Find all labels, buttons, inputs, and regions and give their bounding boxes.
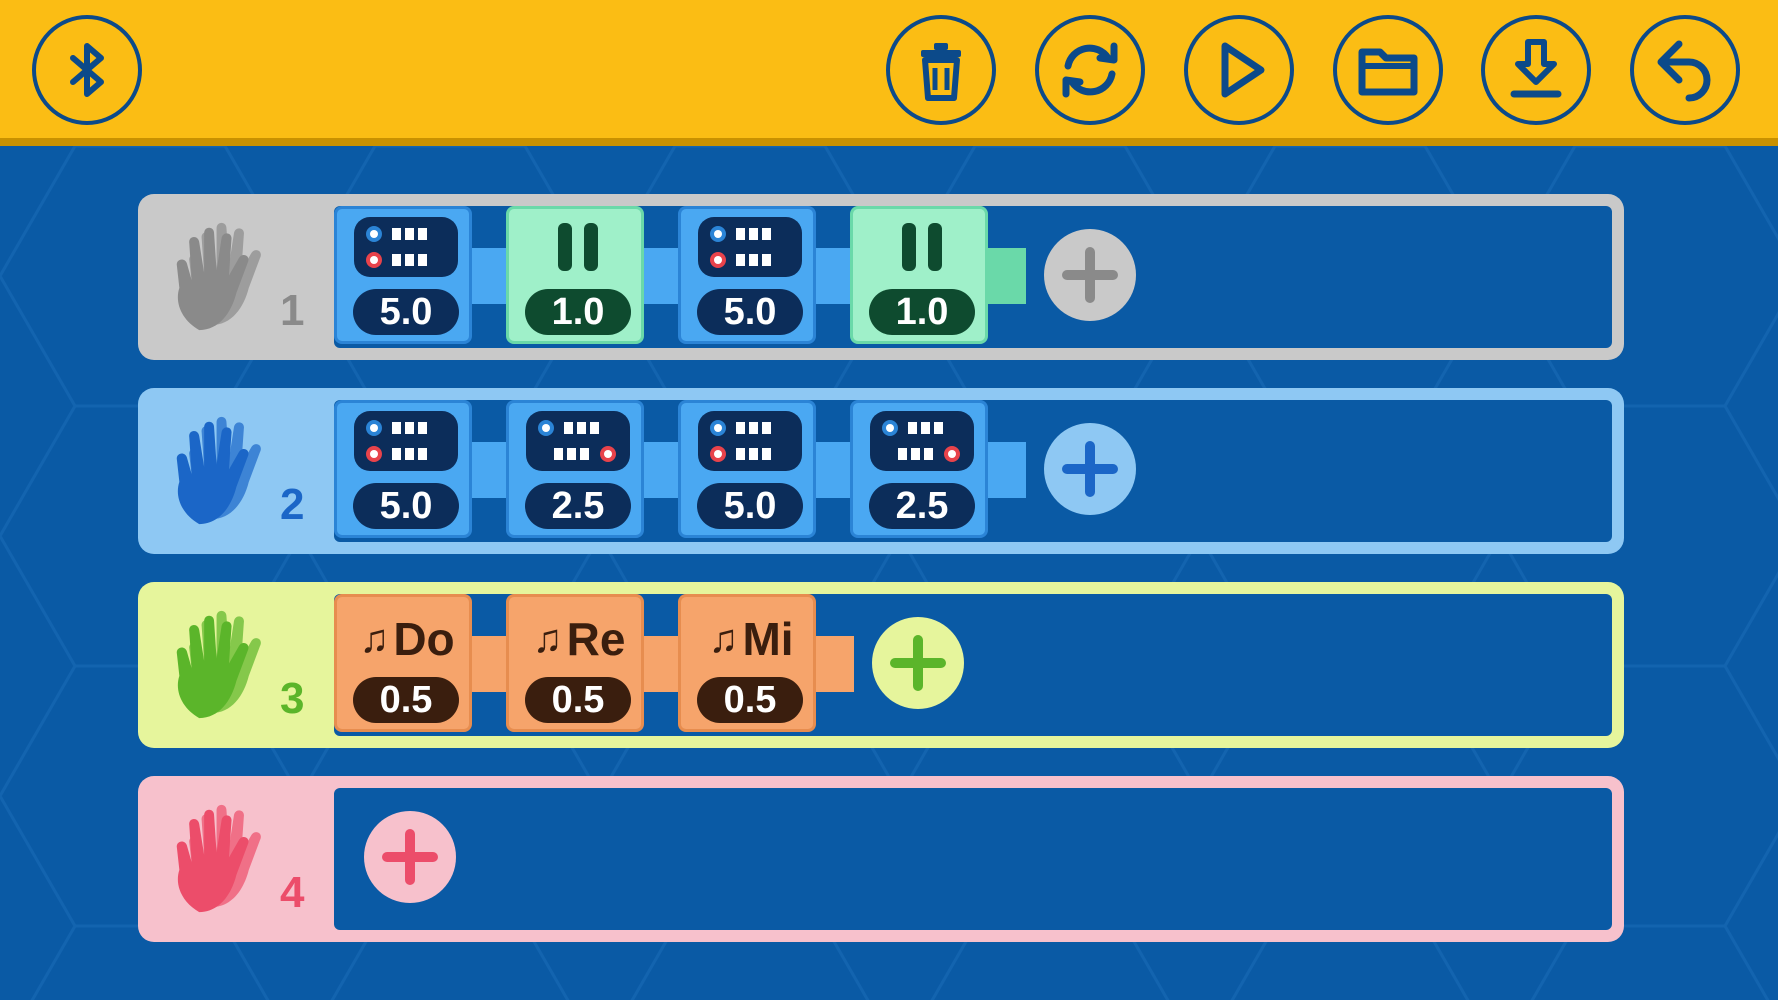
note-label: ♫ Re [519, 611, 639, 667]
motor-block[interactable]: 5.0 [334, 400, 472, 538]
plus-icon [1062, 247, 1118, 303]
row-number: 3 [280, 674, 305, 723]
plus-icon [890, 635, 946, 691]
motor-block[interactable]: 5.0 [678, 400, 816, 538]
add-block-button[interactable] [364, 811, 456, 903]
hand-icon [176, 222, 261, 331]
add-block-button[interactable] [1044, 229, 1136, 321]
refresh-icon [1062, 42, 1118, 98]
note-label: ♫ Do [347, 611, 467, 667]
delete-button[interactable] [886, 15, 996, 125]
pause-icon [867, 215, 977, 279]
download-button[interactable] [1481, 15, 1591, 125]
open-folder-button[interactable] [1333, 15, 1443, 125]
note-block[interactable]: ♫ Mi 0.5 [678, 594, 816, 732]
music-note-icon: ♫ [532, 616, 563, 661]
motor-icon [351, 409, 461, 473]
music-note-icon: ♫ [359, 616, 390, 661]
undo-button[interactable] [1630, 15, 1740, 125]
block-value: 2.5 [869, 483, 975, 529]
block-value: 5.0 [697, 483, 803, 529]
block-value: 0.5 [525, 677, 631, 723]
play-button[interactable] [1184, 15, 1294, 125]
block-value: 5.0 [697, 289, 803, 335]
note-block[interactable]: ♫ Re 0.5 [506, 594, 644, 732]
sequence-row-2: 2 5.0 2.5 5.0 2.5 [138, 388, 1624, 554]
row-1-hand[interactable]: 1 [138, 194, 334, 360]
note-name: Re [566, 613, 626, 665]
motor-icon [695, 409, 805, 473]
sequence-row-4: 4 [138, 776, 1624, 942]
trash-icon [921, 43, 961, 101]
wait-block[interactable]: 1.0 [506, 206, 644, 344]
play-icon [1221, 42, 1265, 98]
note-label: ♫ Mi [691, 611, 811, 667]
row-4-hand[interactable]: 4 [138, 776, 334, 942]
row-2-track: 5.0 2.5 5.0 2.5 [334, 400, 1612, 542]
row-number: 1 [280, 286, 305, 335]
block-value: 5.0 [353, 289, 459, 335]
sequence-row-1: 1 5.0 1.0 5.0 1.0 [138, 194, 1624, 360]
hand-icon [176, 804, 261, 913]
plus-icon [1062, 441, 1118, 497]
block-value: 1.0 [869, 289, 975, 335]
note-name: Do [393, 613, 455, 665]
block-value: 0.5 [353, 677, 459, 723]
hand-icon [176, 416, 261, 525]
add-block-button[interactable] [1044, 423, 1136, 515]
wait-block[interactable]: 1.0 [850, 206, 988, 344]
motor-block[interactable]: 2.5 [506, 400, 644, 538]
note-name: Mi [742, 613, 794, 665]
block-value: 0.5 [697, 677, 803, 723]
download-icon [1510, 39, 1562, 98]
folder-icon [1358, 48, 1418, 96]
row-2-hand[interactable]: 2 [138, 388, 334, 554]
motor-icon [867, 409, 977, 473]
row-number: 2 [280, 480, 305, 529]
plus-icon [382, 829, 438, 885]
refresh-button[interactable] [1035, 15, 1145, 125]
top-toolbar [0, 0, 1778, 146]
row-1-track: 5.0 1.0 5.0 1.0 [334, 206, 1612, 348]
sequence-row-3: 3 ♫ Do 0.5 ♫ Re 0.5 ♫ Mi 0.5 [138, 582, 1624, 748]
motor-block[interactable]: 2.5 [850, 400, 988, 538]
motor-icon [351, 215, 461, 279]
pause-icon [523, 215, 633, 279]
motor-icon [523, 409, 633, 473]
music-note-icon: ♫ [708, 616, 739, 661]
bluetooth-icon [70, 43, 104, 97]
block-value: 2.5 [525, 483, 631, 529]
bluetooth-button[interactable] [32, 15, 142, 125]
motor-block[interactable]: 5.0 [334, 206, 472, 344]
row-3-hand[interactable]: 3 [138, 582, 334, 748]
add-block-button[interactable] [872, 617, 964, 709]
hand-icon [176, 610, 261, 719]
row-number: 4 [280, 868, 305, 917]
motor-icon [695, 215, 805, 279]
motor-block[interactable]: 5.0 [678, 206, 816, 344]
block-value: 1.0 [525, 289, 631, 335]
row-3-track: ♫ Do 0.5 ♫ Re 0.5 ♫ Mi 0.5 [334, 594, 1612, 736]
block-value: 5.0 [353, 483, 459, 529]
note-block[interactable]: ♫ Do 0.5 [334, 594, 472, 732]
row-4-track [334, 788, 1612, 930]
undo-icon [1657, 40, 1711, 102]
